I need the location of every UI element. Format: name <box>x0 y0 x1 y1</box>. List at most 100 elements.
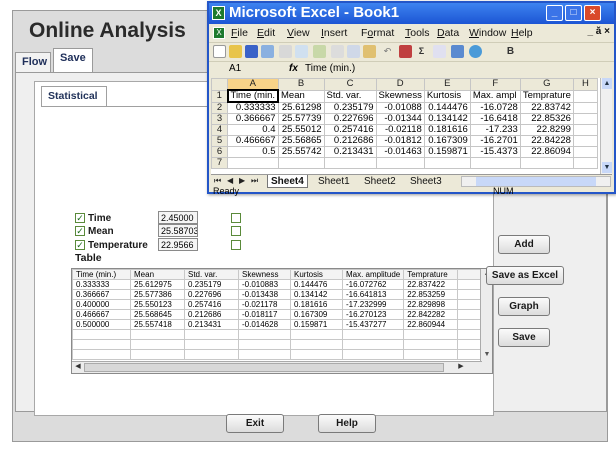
temperature-value-field[interactable]: 22.9566 <box>158 238 198 251</box>
permission-icon[interactable] <box>261 45 274 58</box>
table-cell[interactable]: -0.013438 <box>238 289 291 300</box>
worksheet-cell[interactable]: 0.159871 <box>423 146 471 158</box>
worksheet-cell[interactable]: 25.61298 <box>277 101 325 114</box>
undo-icon[interactable]: ↶ <box>381 45 394 58</box>
worksheet-cell[interactable]: Skewness <box>375 89 425 103</box>
worksheet-cell[interactable]: 22.85326 <box>519 113 574 125</box>
mean-checkbox[interactable]: ✓ <box>75 226 85 236</box>
column-header[interactable]: C <box>323 78 377 91</box>
table-row[interactable] <box>72 339 489 350</box>
table-cell[interactable]: 22.860944 <box>403 319 459 330</box>
table-cell[interactable]: 0.181616 <box>290 299 343 310</box>
extra-checkbox-1[interactable] <box>231 213 241 223</box>
table-cell[interactable] <box>403 339 459 350</box>
sheet-tab-sheet2[interactable]: Sheet2 <box>361 175 399 188</box>
temperature-checkbox[interactable]: ✓ <box>75 240 85 250</box>
select-all-corner[interactable] <box>211 78 228 91</box>
time-value-field[interactable]: 2.45000 <box>158 211 198 224</box>
column-header[interactable]: Temprature <box>403 269 459 280</box>
table-cell[interactable]: -16.072762 <box>341 279 405 290</box>
worksheet-cell[interactable]: -16.0728 <box>469 101 521 114</box>
worksheet-cell[interactable] <box>519 157 574 169</box>
extra-checkbox-2[interactable] <box>231 226 241 236</box>
worksheet-cell[interactable] <box>227 157 279 169</box>
column-header[interactable]: D <box>375 78 425 91</box>
excel-title-bar[interactable]: X Microsoft Excel - Book1 _ □ × <box>209 3 614 24</box>
table-cell[interactable] <box>184 349 239 360</box>
table-cell[interactable] <box>238 339 291 350</box>
worksheet-cell[interactable]: Std. var. <box>323 89 377 103</box>
table-row[interactable]: 0.466667 25.568645 0.212686 -0.018117 0.1673… <box>72 309 489 320</box>
tab-save[interactable]: Save <box>53 48 93 72</box>
worksheet-cell[interactable] <box>572 135 598 147</box>
menu-item[interactable]: File <box>231 27 248 39</box>
extra-checkbox-3[interactable] <box>231 240 241 250</box>
scroll-left-icon[interactable]: ◀ <box>73 362 83 373</box>
row-header[interactable]: 3 <box>211 113 228 125</box>
menu-item[interactable]: Window <box>469 27 506 39</box>
exit-button[interactable]: Exit <box>226 414 284 433</box>
worksheet-cell[interactable]: 25.56865 <box>277 135 325 147</box>
worksheet-cell[interactable]: -16.2701 <box>469 135 521 147</box>
graph-button[interactable]: Graph <box>498 297 550 316</box>
worksheet-cell[interactable] <box>423 157 471 169</box>
print-preview-icon[interactable] <box>295 45 308 58</box>
temperature-checkbox-row[interactable]: ✓ Temperature <box>75 238 148 252</box>
print-icon[interactable] <box>279 45 292 58</box>
save-as-excel-button[interactable]: Save as Excel <box>486 266 564 285</box>
column-header[interactable]: G <box>519 78 574 91</box>
help-button[interactable]: Help <box>318 414 376 433</box>
statistics-grid[interactable]: Time (min.) Mean Std. var. Skewness Kurt… <box>72 269 489 360</box>
row-header[interactable]: 6 <box>211 146 228 158</box>
column-header[interactable]: Kurtosis <box>290 269 343 280</box>
open-icon[interactable] <box>229 45 242 58</box>
excel-app-icon[interactable]: X <box>212 6 225 20</box>
worksheet-cell[interactable]: Mean <box>277 89 325 103</box>
table-cell[interactable]: 22.829898 <box>403 299 459 310</box>
add-button[interactable]: Add <box>498 235 550 254</box>
worksheet-cell[interactable]: -16.6418 <box>469 113 521 125</box>
worksheet-cell[interactable] <box>572 101 598 114</box>
sheet-tab-sheet1[interactable]: Sheet1 <box>315 175 353 188</box>
worksheet-cell[interactable]: 25.55742 <box>277 146 325 158</box>
scroll-down-icon[interactable]: ▼ <box>602 162 612 173</box>
worksheet-cell[interactable]: 25.55012 <box>277 124 325 136</box>
table-cell[interactable]: 0.366667 <box>72 289 131 300</box>
table-cell[interactable] <box>341 329 405 340</box>
worksheet-cell[interactable]: 0.227696 <box>323 113 377 125</box>
prev-sheet-icon[interactable]: ◀ <box>227 176 233 185</box>
table-row[interactable] <box>72 329 489 340</box>
next-sheet-icon[interactable]: ▶ <box>239 176 245 185</box>
help-icon[interactable] <box>469 45 482 58</box>
table-cell[interactable]: -17.232999 <box>341 299 405 310</box>
table-cell[interactable] <box>238 329 291 340</box>
table-cell[interactable] <box>238 349 291 360</box>
document-window-controls[interactable]: _ ă × <box>587 26 610 37</box>
column-header[interactable]: A <box>227 78 279 91</box>
menu-item[interactable]: Insert <box>321 27 347 39</box>
spelling-icon[interactable] <box>313 45 326 58</box>
table-cell[interactable]: 25.577386 <box>130 289 185 300</box>
worksheet-cells[interactable]: ABCDEFGH 1 Time (min. Mean Std. var. Skewnes… <box>211 78 598 169</box>
worksheet-cell[interactable]: 0.4 <box>227 124 279 136</box>
table-cell[interactable]: -16.641813 <box>341 289 405 300</box>
row-header[interactable]: 5 <box>211 135 228 147</box>
worksheet-cell[interactable]: 0.144476 <box>423 101 471 114</box>
row-header[interactable]: 2 <box>211 101 228 114</box>
table-cell[interactable] <box>290 339 343 350</box>
menu-item[interactable]: Edit <box>257 27 275 39</box>
column-header[interactable]: Std. var. <box>184 269 239 280</box>
table-cell[interactable] <box>290 329 343 340</box>
worksheet-cell[interactable]: -0.01344 <box>375 113 425 125</box>
table-cell[interactable] <box>403 329 459 340</box>
tab-statistical[interactable]: Statistical <box>41 86 107 106</box>
table-horizontal-scrollbar[interactable]: ◀ ▶ <box>72 361 482 373</box>
table-cell[interactable]: -0.010883 <box>238 279 291 290</box>
scroll-thumb[interactable] <box>476 177 596 186</box>
sheet-tab-sheet3[interactable]: Sheet3 <box>407 175 445 188</box>
table-cell[interactable]: 25.557418 <box>130 319 185 330</box>
column-header[interactable]: Skewness <box>238 269 291 280</box>
table-cell[interactable]: 25.612975 <box>130 279 185 290</box>
table-cell[interactable]: 0.400000 <box>72 299 131 310</box>
worksheet-cell[interactable]: 0.5 <box>227 146 279 158</box>
